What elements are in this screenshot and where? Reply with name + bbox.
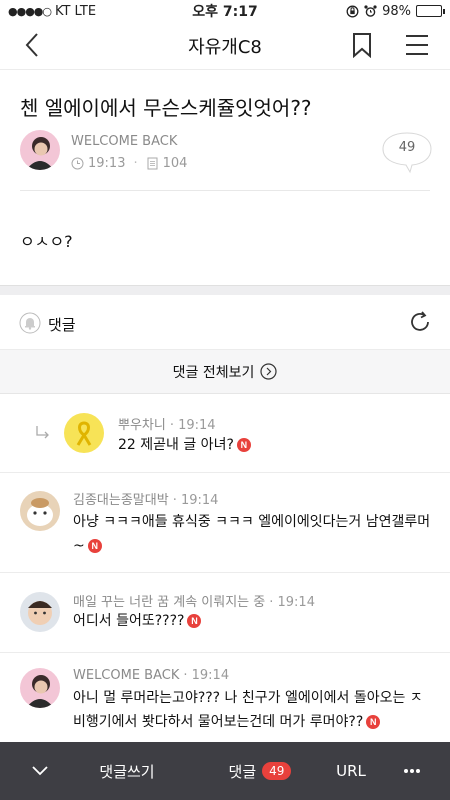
status-right: 98% [346,3,445,19]
reply-count[interactable]: 49 [382,140,432,155]
comment-text: 아니 멀 루머라는고야??? 나 친구가 엘에이에서 돌아오는 ㅈ비행기에서 봣… [73,686,433,734]
rotation-lock-icon [346,5,359,17]
comment-text: 아냥 ㅋㅋㅋ애들 휴식중 ㅋㅋㅋ 엘에이에잇다는거 남연갤루머~ N [73,510,433,558]
bottom-toolbar: 댓글쓰기 댓글 49 URL [0,742,450,800]
nav-bar: 자유개C8 [0,22,450,70]
status-bar: ●●●●○ KT LTE 오후 7:17 98% [0,0,450,22]
comment-item[interactable]: 김종대는종말대박 · 19:14 아냥 ㅋㅋㅋ애들 휴식중 ㅋㅋㅋ 엘에이에잇다는… [0,473,450,573]
document-icon [147,157,158,170]
author-avatar[interactable] [20,130,60,170]
comments-count-badge: 49 [262,762,292,780]
comment-author-name: 매일 꾸는 너란 꿈 계속 이뤄지는 중 [73,595,266,610]
back-arrow-icon[interactable] [18,30,48,60]
author-row: WELCOME BACK 19:13 · 104 49 [20,130,432,176]
carrier-label: KT [55,3,71,19]
comment-time: · 19:14 [183,668,230,683]
comment-author-name: 뿌우차니 [118,418,166,433]
post-title: 첸 엘에이에서 무슨스케쥴잇엇어?? [20,96,312,120]
bell-icon[interactable] [19,312,41,334]
board-title: 자유개C8 [188,36,262,58]
comment-text: 22 제곧내 글 아녀? N [118,433,450,457]
comment-time: · 19:14 [169,418,216,433]
comment-item[interactable]: 뿌우차니 · 19:14 22 제곧내 글 아녀? N [0,395,450,473]
more-button[interactable] [392,742,432,800]
comment-author: 뿌우차니 · 19:14 [118,414,216,433]
status-left: ●●●●○ KT LTE [8,4,96,19]
comment-time: · 19:14 [269,595,315,610]
refresh-icon[interactable] [408,310,432,334]
comment-avatar[interactable] [64,413,104,453]
comment-avatar[interactable] [20,592,60,632]
author-name: WELCOME BACK [71,134,178,149]
comments-label: 댓글 [48,316,76,334]
more-dots-icon [404,769,420,773]
new-badge: N [236,438,251,452]
comment-author: 김종대는종말대박 · 19:14 [73,489,218,508]
write-comment-button[interactable]: 댓글쓰기 [82,742,172,800]
comments-header: 댓글 [0,296,450,350]
divider [20,190,430,191]
reply-arrow-icon [36,426,49,439]
view-all-comments-button[interactable]: 댓글 전체보기 [0,350,450,394]
comment-body: 아냥 ㅋㅋㅋ애들 휴식중 ㅋㅋㅋ 엘에이에잇다는거 남연갤루머~ [73,514,431,554]
comment-item[interactable]: WELCOME BACK · 19:14 아니 멀 루머라는고야??? 나 친구가… [0,653,450,745]
view-all-label: 댓글 전체보기 [172,364,255,381]
meta-separator: · [133,156,138,171]
comment-author: 매일 꾸는 너란 꿈 계속 이뤄지는 중 · 19:14 [73,591,315,610]
clock-icon [71,157,84,170]
comments-button-label: 댓글 [228,762,257,781]
alarm-icon [364,4,377,17]
new-badge: N [87,539,102,553]
bookmark-icon[interactable] [350,32,374,58]
comment-avatar[interactable] [20,668,60,708]
comments-button[interactable]: 댓글 49 [210,742,310,800]
comment-author-name: WELCOME BACK [73,668,180,683]
chevron-down-icon [32,766,48,776]
collapse-button[interactable] [20,742,60,800]
comment-item[interactable]: 매일 꾸는 너란 꿈 계속 이뤄지는 중 · 19:14 어디서 들어또???? N [0,573,450,653]
chevron-right-circle-icon [260,363,277,380]
menu-icon[interactable] [404,34,430,56]
post-time: 19:13 [88,156,126,171]
view-count: 104 [162,156,188,171]
comment-text: 어디서 들어또???? N [73,609,433,633]
signal-strength-icon: ●●●●○ [8,4,52,18]
post-body: ㅇㅅㅇ? [20,232,73,251]
network-label: LTE [74,3,97,19]
comment-author: WELCOME BACK · 19:14 [73,668,229,683]
comment-author-name: 김종대는종말대박 [73,493,169,508]
comment-time: · 19:14 [172,493,219,508]
new-badge: N [187,614,202,628]
comment-body: 어디서 들어또???? [73,613,185,629]
section-divider [0,285,450,295]
battery-percent: 98% [382,3,411,19]
comment-body: 22 제곧내 글 아녀? [118,437,234,453]
battery-icon [416,5,445,17]
new-badge: N [366,715,381,729]
comment-avatar[interactable] [20,491,60,531]
post-meta: 19:13 · 104 [71,156,187,171]
url-button[interactable]: URL [326,742,376,800]
